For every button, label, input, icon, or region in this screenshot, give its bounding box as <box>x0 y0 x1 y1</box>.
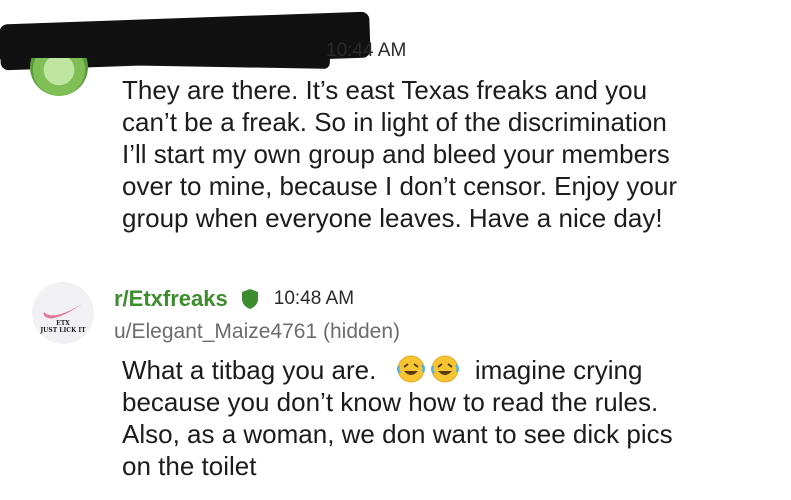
message-2-header: r/Etxfreaks 10:48 AM <box>114 286 354 312</box>
author-handle[interactable]: u/Elegant_Maize4761 (hidden) <box>114 320 400 344</box>
rolling-laughing-emoji-icon <box>430 355 459 383</box>
avatar-text-line1: ETX <box>56 320 70 327</box>
author-name[interactable]: r/Etxfreaks <box>114 286 228 312</box>
message-1-line: I’ll start my own group and bleed your m… <box>122 139 670 169</box>
message-1-line: group when everyone leaves. Have a nice … <box>122 203 663 233</box>
message-2-time: 10:48 AM <box>273 288 355 309</box>
rolling-laughing-emoji-icon <box>396 355 425 383</box>
message-1-line: can’t be a freak. So in light of the dis… <box>122 107 667 137</box>
message-2-line: What a titbag you are. imagine crying <box>122 354 673 386</box>
message-1-body: They are there. It’s east Texas freaks a… <box>122 74 677 234</box>
message-1-time: 10:44 AM <box>326 40 407 61</box>
message-2-text: imagine crying <box>474 355 643 385</box>
message-2-line: Also, as a woman, we don want to see dic… <box>122 419 673 449</box>
avatar-text-line2: JUST LICK IT <box>40 327 86 334</box>
message-2-line: on the toilet <box>122 451 257 481</box>
message-1-line: over to mine, because I don’t censor. En… <box>122 171 677 201</box>
avatar-user-1[interactable] <box>28 58 90 100</box>
shield-icon <box>241 289 258 309</box>
message-2-line: because you don’t know how to read the r… <box>122 387 659 417</box>
message-2-body: What a titbag you are. imagine crying be… <box>122 354 673 482</box>
avatar-etxfreaks[interactable]: ETX JUST LICK IT <box>32 282 94 344</box>
message-1-line: They are there. It’s east Texas freaks a… <box>122 75 648 105</box>
swoosh-logo-icon <box>43 304 82 319</box>
message-2-text: What a titbag you are. <box>122 355 377 385</box>
